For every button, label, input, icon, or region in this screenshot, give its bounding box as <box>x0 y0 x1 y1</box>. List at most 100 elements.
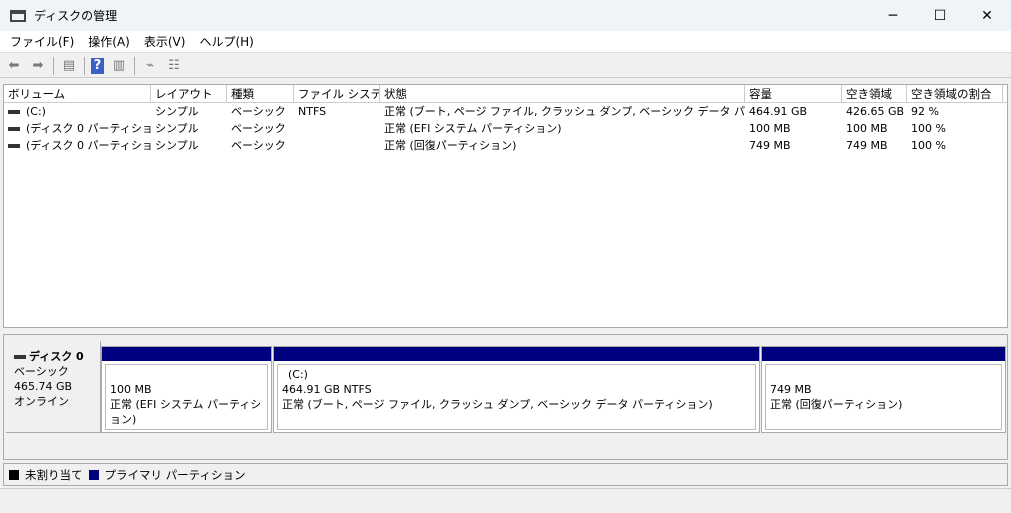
menu-view[interactable]: 表示(V) <box>144 33 186 50</box>
cell-3 <box>294 137 380 154</box>
console-tree-icon[interactable]: ▤ <box>60 58 78 74</box>
properties-icon[interactable]: ☷ <box>165 58 183 74</box>
partition-size: 464.91 GB NTFS <box>282 383 372 396</box>
cell-text: 749 MB <box>749 139 791 152</box>
partition-bar <box>762 347 1005 361</box>
window-title: ディスクの管理 <box>34 9 118 23</box>
partition-status: 正常 (EFI システム パーティション) <box>110 398 262 426</box>
cell-1: シンプル <box>151 137 227 154</box>
cell-text: 426.65 GB <box>846 105 905 118</box>
col-capacity[interactable]: 容量 <box>745 85 842 102</box>
cell-text: 100 MB <box>749 122 791 135</box>
col-status[interactable]: 状態 <box>380 85 745 102</box>
cell-text: 100 MB <box>846 122 888 135</box>
cell-7: 100 % <box>907 120 1003 137</box>
cell-3: NTFS <box>294 103 380 120</box>
volume-icon <box>8 127 20 131</box>
col-filesystem[interactable]: ファイル システム <box>294 85 380 102</box>
col-free-pct[interactable]: 空き領域の割合 <box>907 85 1003 102</box>
cell-text: ベーシック <box>231 139 286 152</box>
partition-info: 100 MB 正常 (EFI システム パーティション) <box>105 364 268 430</box>
cell-text: NTFS <box>298 105 327 118</box>
cell-text: (ディスク 0 パーティション 1) <box>26 122 151 135</box>
volume-icon <box>8 144 20 148</box>
cell-text: 92 % <box>911 105 939 118</box>
cell-text: 464.91 GB <box>749 105 808 118</box>
cell-text: 正常 (EFI システム パーティション) <box>384 122 562 135</box>
cell-text: 100 % <box>911 122 946 135</box>
cell-6: 426.65 GB <box>842 103 907 120</box>
disk-name: ディスク 0 <box>29 350 84 363</box>
cell-7: 100 % <box>907 137 1003 154</box>
disk-size: 465.74 GB <box>14 380 73 393</box>
minimize-button[interactable]: ─ <box>870 0 916 31</box>
col-free[interactable]: 空き領域 <box>842 85 907 102</box>
partition-info: 749 MB 正常 (回復パーティション) <box>765 364 1002 430</box>
partition-status: 正常 (ブート, ページ ファイル, クラッシュ ダンプ, ベーシック データ … <box>282 398 713 411</box>
cell-6: 100 MB <box>842 120 907 137</box>
menu-bar: ファイル(F) 操作(A) 表示(V) ヘルプ(H) <box>0 31 1011 53</box>
separator <box>53 56 54 75</box>
cell-text: 749 MB <box>846 139 888 152</box>
partition-c[interactable]: (C:) 464.91 GB NTFS 正常 (ブート, ページ ファイル, クラッ… <box>273 346 760 433</box>
cell-text: (ディスク 0 パーティション 4) <box>26 139 151 152</box>
cell-text: ベーシック <box>231 122 286 135</box>
cell-text: 100 % <box>911 139 946 152</box>
primary-swatch <box>88 469 99 480</box>
forward-icon[interactable]: ➡ <box>29 58 47 74</box>
cell-4: 正常 (ブート, ページ ファイル, クラッシュ ダンプ, ベーシック データ … <box>380 103 745 120</box>
menu-file[interactable]: ファイル(F) <box>10 33 74 50</box>
menu-help[interactable]: ヘルプ(H) <box>199 33 253 50</box>
cell-text: ベーシック <box>231 105 286 118</box>
action-pane-icon[interactable]: ▥ <box>110 58 128 74</box>
close-button[interactable]: ✕ <box>964 0 1010 31</box>
partition-info: (C:) 464.91 GB NTFS 正常 (ブート, ページ ファイル, クラッ… <box>277 364 756 430</box>
col-volume[interactable]: ボリューム <box>4 85 151 102</box>
cell-5: 100 MB <box>745 120 842 137</box>
disk-icon <box>14 355 26 359</box>
unallocated-swatch <box>9 469 19 480</box>
partition-efi[interactable]: 100 MB 正常 (EFI システム パーティション) <box>101 346 272 433</box>
help-icon[interactable]: ? <box>91 57 104 74</box>
col-layout[interactable]: レイアウト <box>151 85 227 102</box>
cell-0: (ディスク 0 パーティション 1) <box>4 120 151 137</box>
col-type[interactable]: 種類 <box>227 85 294 102</box>
legend: 未割り当て プライマリ パーティション <box>3 463 1008 486</box>
menu-action[interactable]: 操作(A) <box>88 33 130 50</box>
cell-2: ベーシック <box>227 120 294 137</box>
volume-row[interactable]: (C:) シンプル ベーシック NTFS 正常 (ブート, ページ ファイル, クラッシ… <box>4 103 1007 120</box>
partition-bar <box>102 347 271 361</box>
cell-0: (ディスク 0 パーティション 4) <box>4 137 151 154</box>
status-bar <box>0 488 1011 513</box>
partition-name: (C:) <box>288 368 308 381</box>
cell-text: シンプル <box>155 122 199 135</box>
partition-size: 749 MB <box>770 383 812 396</box>
toolbar: ⬅ ➡ ▤ ? ▥ ⌁ ☷ <box>0 54 1011 78</box>
cell-1: シンプル <box>151 120 227 137</box>
partition-size: 100 MB <box>110 383 152 396</box>
cell-text: シンプル <box>155 139 199 152</box>
cell-text: (C:) <box>26 105 46 118</box>
cell-text: 正常 (ブート, ページ ファイル, クラッシュ ダンプ, ベーシック データ … <box>384 105 745 118</box>
cell-3 <box>294 120 380 137</box>
cell-5: 749 MB <box>745 137 842 154</box>
connect-disk-icon[interactable]: ⌁ <box>141 58 159 74</box>
partition-status: 正常 (回復パーティション) <box>770 398 903 411</box>
back-icon[interactable]: ⬅ <box>5 58 23 74</box>
cell-text: 正常 (回復パーティション) <box>384 139 517 152</box>
separator <box>134 56 135 75</box>
maximize-button[interactable]: ☐ <box>917 0 963 31</box>
volume-row[interactable]: (ディスク 0 パーティション 4) シンプル ベーシック 正常 (回復パーティション… <box>4 137 1007 154</box>
partition-bar <box>274 347 759 361</box>
disk-management-icon <box>10 9 26 22</box>
volume-row[interactable]: (ディスク 0 パーティション 1) シンプル ベーシック 正常 (EFI システム … <box>4 120 1007 137</box>
cell-7: 92 % <box>907 103 1003 120</box>
disk-0-info[interactable]: ディスク 0 ベーシック 465.74 GB オンライン <box>6 341 101 433</box>
cell-2: ベーシック <box>227 103 294 120</box>
volume-list[interactable]: ボリューム レイアウト 種類 ファイル システム 状態 容量 空き領域 空き領域… <box>3 84 1008 328</box>
cell-0: (C:) <box>4 103 151 120</box>
partition-recovery[interactable]: 749 MB 正常 (回復パーティション) <box>761 346 1006 433</box>
disk-type: ベーシック <box>14 365 69 378</box>
separator <box>84 56 85 75</box>
title-bar: ディスクの管理 ─ ☐ ✕ <box>0 0 1011 31</box>
